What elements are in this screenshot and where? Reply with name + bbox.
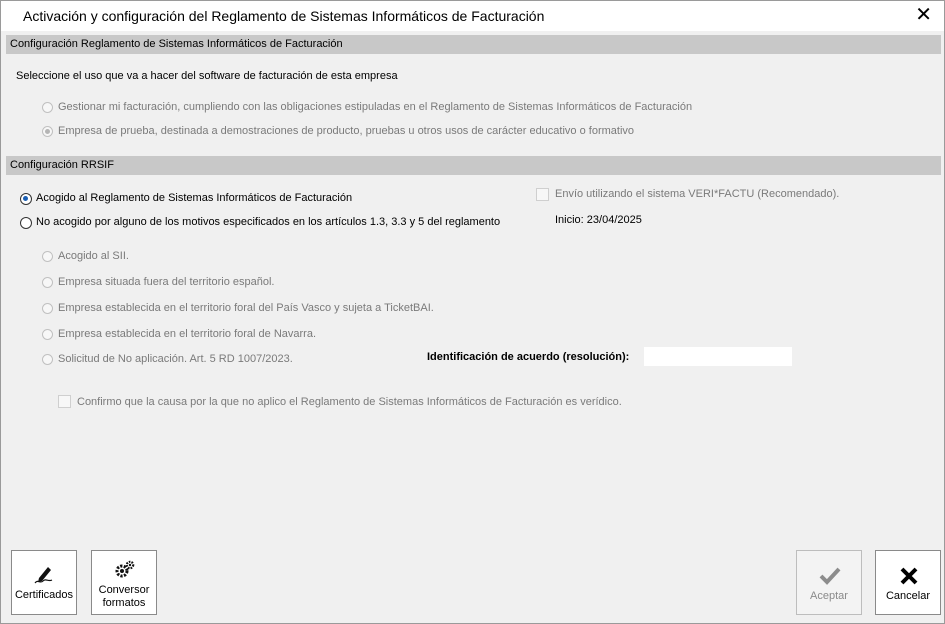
title-bar: Activación y configuración del Reglament… (1, 1, 944, 31)
radio-reason-navarra-label: Empresa establecida en el territorio for… (58, 328, 317, 340)
radio-reason-pais-vasco-label: Empresa establecida en el territorio for… (58, 302, 434, 314)
aceptar-button-label: Aceptar (810, 590, 848, 602)
radio-empresa-prueba-label: Empresa de prueba, destinada a demostrac… (58, 125, 635, 137)
radio-reason-pais-vasco[interactable] (42, 303, 53, 314)
radio-gestionar-label: Gestionar mi facturación, cumpliendo con… (58, 101, 693, 113)
start-date: Inicio: 23/04/2025 (555, 214, 642, 226)
signature-pen-icon (34, 564, 56, 587)
radio-acogido[interactable] (20, 193, 32, 205)
confirm-checkbox-label: Confirmo que la causa por la que no apli… (77, 396, 622, 408)
aceptar-button[interactable]: Aceptar (796, 550, 862, 615)
radio-reason-fuera[interactable] (42, 277, 53, 288)
window-title: Activación y configuración del Reglament… (23, 8, 545, 24)
confirm-checkbox[interactable] (58, 395, 71, 408)
conversor-label-line1: Conversor (98, 584, 150, 596)
conversor-formatos-button[interactable]: Conversor formatos (91, 550, 157, 615)
agreement-label: Identificación de acuerdo (resolución): (427, 351, 630, 363)
dialog-window: Activación y configuración del Reglament… (0, 0, 945, 624)
cancelar-button-label: Cancelar (885, 590, 931, 602)
radio-reason-sii-label: Acogido al SII. (58, 250, 129, 262)
section-header-config: Configuración Reglamento de Sistemas Inf… (6, 35, 941, 54)
conversor-label-line2: formatos (102, 597, 146, 609)
verifactu-checkbox[interactable] (536, 188, 549, 201)
x-mark-icon (899, 566, 919, 589)
section-header-config-label: Configuración Reglamento de Sistemas Inf… (10, 38, 343, 50)
radio-reason-navarra[interactable] (42, 329, 53, 340)
cancelar-button[interactable]: Cancelar (875, 550, 941, 615)
radio-reason-no-aplicacion-label: Solicitud de No aplicación. Art. 5 RD 10… (58, 353, 293, 365)
radio-acogido-label: Acogido al Reglamento de Sistemas Inform… (36, 192, 353, 204)
checkmark-icon (819, 567, 841, 588)
usage-prompt: Seleccione el uso que va a hacer del sof… (16, 70, 398, 82)
radio-reason-no-aplicacion[interactable] (42, 354, 53, 365)
certificados-button-label: Certificados (14, 589, 74, 601)
agreement-input[interactable] (644, 347, 792, 366)
gears-icon (114, 560, 136, 583)
close-icon[interactable]: ✕ (915, 5, 932, 25)
radio-no-acogido-label: No acogido por alguno de los motivos esp… (36, 216, 501, 228)
radio-reason-fuera-label: Empresa situada fuera del territorio esp… (58, 276, 275, 288)
radio-no-acogido[interactable] (20, 217, 32, 229)
radio-gestionar[interactable] (42, 102, 53, 113)
verifactu-checkbox-label: Envío utilizando el sistema VERI*FACTU (… (555, 188, 840, 200)
radio-empresa-prueba[interactable] (42, 126, 53, 137)
section-header-rrsif: Configuración RRSIF (6, 156, 941, 175)
certificados-button[interactable]: Certificados (11, 550, 77, 615)
section-header-rrsif-label: Configuración RRSIF (10, 159, 114, 171)
radio-reason-sii[interactable] (42, 251, 53, 262)
